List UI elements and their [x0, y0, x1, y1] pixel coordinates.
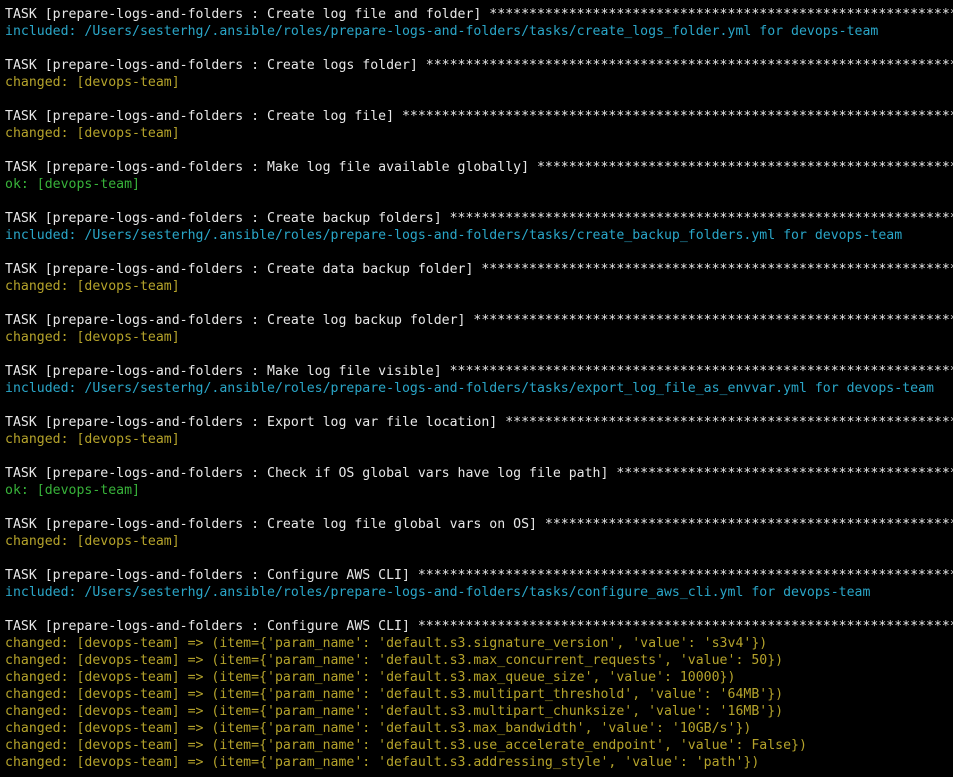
- changed-line: changed: [devops-team]: [5, 126, 180, 141]
- included-line: included: /Users/sesterhg/.ansible/roles…: [5, 381, 934, 396]
- changed-line: changed: [devops-team] => (item={'param_…: [5, 738, 807, 753]
- task-header-line: TASK [prepare-logs-and-folders : Create …: [5, 7, 953, 22]
- changed-line: changed: [devops-team] => (item={'param_…: [5, 755, 760, 770]
- included-line: included: /Users/sesterhg/.ansible/roles…: [5, 585, 871, 600]
- task-header-line: TASK [prepare-logs-and-folders : Create …: [5, 313, 953, 328]
- task-header-line: TASK [prepare-logs-and-folders : Create …: [5, 58, 953, 73]
- task-header-line: TASK [prepare-logs-and-folders : Make lo…: [5, 364, 953, 379]
- changed-line: changed: [devops-team] => (item={'param_…: [5, 704, 784, 719]
- changed-line: changed: [devops-team] => (item={'param_…: [5, 687, 784, 702]
- changed-line: changed: [devops-team]: [5, 75, 180, 90]
- ok-line: ok: [devops-team]: [5, 177, 140, 192]
- changed-line: changed: [devops-team]: [5, 279, 180, 294]
- changed-line: changed: [devops-team]: [5, 534, 180, 549]
- changed-line: changed: [devops-team]: [5, 432, 180, 447]
- terminal-output[interactable]: TASK [prepare-logs-and-folders : Create …: [0, 0, 953, 777]
- task-header-line: TASK [prepare-logs-and-folders : Make lo…: [5, 160, 953, 175]
- included-line: included: /Users/sesterhg/.ansible/roles…: [5, 228, 903, 243]
- task-header-line: TASK [prepare-logs-and-folders : Create …: [5, 211, 953, 226]
- ok-line: ok: [devops-team]: [5, 483, 140, 498]
- task-header-line: TASK [prepare-logs-and-folders : Configu…: [5, 619, 953, 634]
- changed-line: changed: [devops-team] => (item={'param_…: [5, 670, 736, 685]
- task-header-line: TASK [prepare-logs-and-folders : Check i…: [5, 466, 953, 481]
- changed-line: changed: [devops-team] => (item={'param_…: [5, 653, 784, 668]
- task-header-line: TASK [prepare-logs-and-folders : Create …: [5, 109, 953, 124]
- changed-line: changed: [devops-team]: [5, 330, 180, 345]
- changed-line: changed: [devops-team] => (item={'param_…: [5, 636, 768, 651]
- included-line: included: /Users/sesterhg/.ansible/roles…: [5, 24, 879, 39]
- changed-line: changed: [devops-team] => (item={'param_…: [5, 721, 752, 736]
- task-header-line: TASK [prepare-logs-and-folders : Create …: [5, 262, 953, 277]
- task-header-line: TASK [prepare-logs-and-folders : Configu…: [5, 568, 953, 583]
- task-header-line: TASK [prepare-logs-and-folders : Export …: [5, 415, 953, 430]
- task-header-line: TASK [prepare-logs-and-folders : Create …: [5, 517, 953, 532]
